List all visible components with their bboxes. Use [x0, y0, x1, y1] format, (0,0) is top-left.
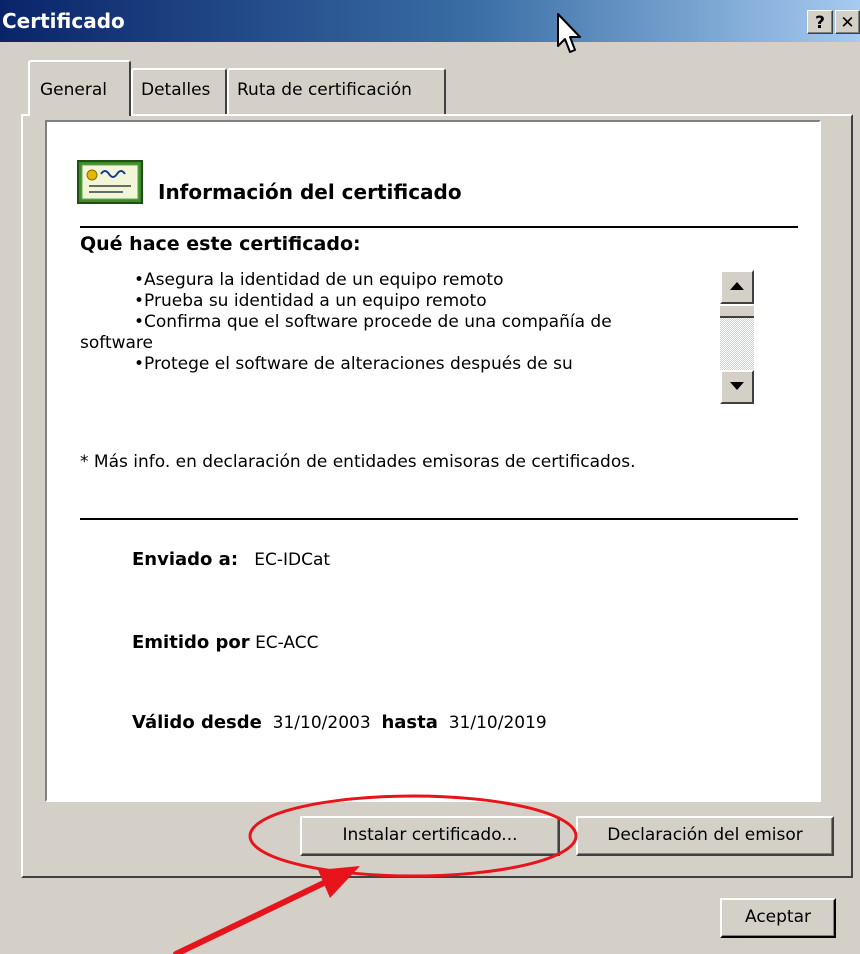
valid-to-label: hasta [381, 712, 438, 733]
arrow-down-icon [730, 382, 744, 390]
valid-from-value: 31/10/2003 [272, 713, 371, 733]
issued-to-value: EC-IDCat [254, 550, 331, 570]
validity-row: Válido desde 31/10/2003 hasta 31/10/2019 [132, 712, 547, 733]
purpose-item: •Prueba su identidad a un equipo remoto [134, 291, 487, 311]
scroll-down-button[interactable] [720, 370, 754, 404]
purpose-item: software [80, 333, 154, 353]
issued-to-label: Enviado a: [132, 549, 239, 570]
certificate-info-title: Información del certificado [158, 180, 462, 204]
divider-top [80, 226, 798, 228]
scroll-thumb[interactable] [720, 304, 754, 318]
mouse-pointer-icon [557, 13, 581, 53]
issuer-statement-button[interactable]: Declaración del emisor [576, 816, 834, 856]
certificate-icon [77, 160, 143, 204]
tab-ruta-de-certificacion[interactable]: Ruta de certificación [227, 68, 446, 114]
scroll-up-button[interactable] [720, 270, 754, 304]
close-button[interactable]: ✕ [835, 10, 860, 34]
help-button[interactable]: ? [807, 10, 833, 34]
valid-from-label: Válido desde [132, 712, 262, 733]
purpose-item: •Protege el software de alteraciones des… [134, 354, 573, 374]
purpose-list[interactable]: •Asegura la identidad de un equipo remot… [80, 270, 690, 402]
tab-detalles[interactable]: Detalles [131, 68, 227, 114]
more-info-text: * Más info. en declaración de entidades … [80, 452, 636, 472]
issued-to-row: Enviado a: EC-IDCat [132, 549, 330, 570]
issued-by-label: Emitido por [132, 632, 250, 653]
issued-by-value: EC-ACC [255, 633, 319, 653]
install-certificate-button[interactable]: Instalar certificado... [300, 816, 560, 856]
issued-by-row: Emitido por EC-ACC [132, 632, 319, 653]
ok-button[interactable]: Aceptar [720, 898, 836, 938]
certificate-dialog: Certificado ? ✕ Detalles Ruta de certifi… [0, 0, 860, 954]
purpose-heading: Qué hace este certificado: [80, 233, 361, 255]
purpose-item: •Asegura la identidad de un equipo remot… [134, 270, 504, 290]
tab-general[interactable]: General [28, 60, 131, 116]
arrow-up-icon [730, 282, 744, 290]
title-bar[interactable]: Certificado ? ✕ [0, 0, 860, 42]
purpose-scrollbar[interactable] [720, 270, 754, 404]
window-title: Certificado [2, 9, 125, 33]
valid-to-value: 31/10/2019 [448, 713, 547, 733]
divider-bottom [80, 518, 798, 520]
purpose-item: •Confirma que el software procede de una… [134, 312, 612, 332]
